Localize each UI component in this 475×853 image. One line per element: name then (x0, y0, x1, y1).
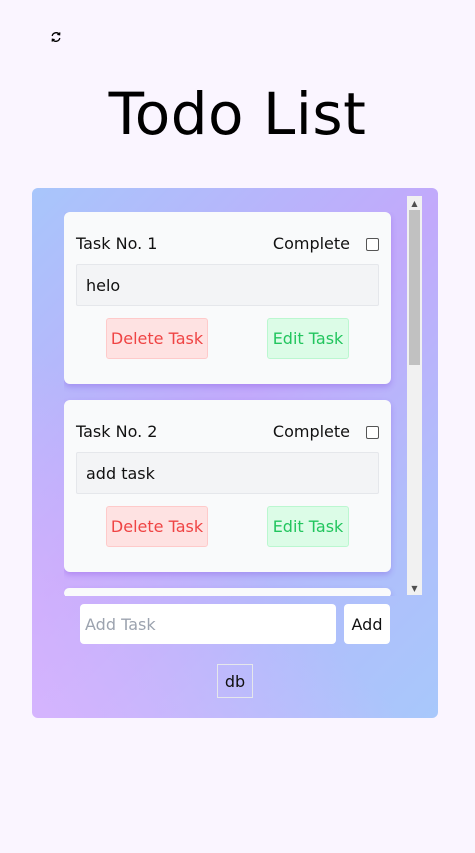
edit-task-button[interactable]: Edit Task (267, 318, 349, 359)
page-title: Todo List (108, 80, 367, 148)
edit-task-button[interactable]: Edit Task (267, 506, 349, 547)
scroll-up-arrow-icon[interactable]: ▲ (407, 196, 422, 210)
delete-task-button[interactable]: Delete Task (106, 506, 208, 547)
complete-checkbox[interactable] (366, 238, 379, 251)
delete-task-button[interactable]: Delete Task (106, 318, 208, 359)
task-number: Task No. 1 (76, 234, 158, 253)
scroll-down-arrow-icon[interactable]: ▼ (407, 581, 422, 595)
complete-checkbox[interactable] (366, 426, 379, 439)
refresh-button[interactable] (48, 29, 64, 45)
task-card (64, 588, 391, 596)
add-task-input[interactable] (80, 604, 336, 644)
add-button[interactable]: Add (344, 604, 390, 644)
scroll-thumb[interactable] (409, 210, 420, 365)
todo-panel: Task No. 1 Complete helo Delete Task Edi… (32, 188, 438, 718)
complete-label: Complete (272, 234, 350, 253)
task-list-scrollbar[interactable]: ▲ ▼ (407, 196, 422, 595)
task-text: add task (76, 452, 379, 494)
complete-label: Complete (272, 422, 350, 441)
task-card: Task No. 1 Complete helo Delete Task Edi… (64, 212, 391, 384)
task-number: Task No. 2 (76, 422, 158, 441)
refresh-icon (51, 32, 61, 42)
task-list: Task No. 1 Complete helo Delete Task Edi… (64, 212, 424, 596)
db-button[interactable]: db (217, 664, 253, 698)
task-text: helo (76, 264, 379, 306)
task-card: Task No. 2 Complete add task Delete Task… (64, 400, 391, 572)
